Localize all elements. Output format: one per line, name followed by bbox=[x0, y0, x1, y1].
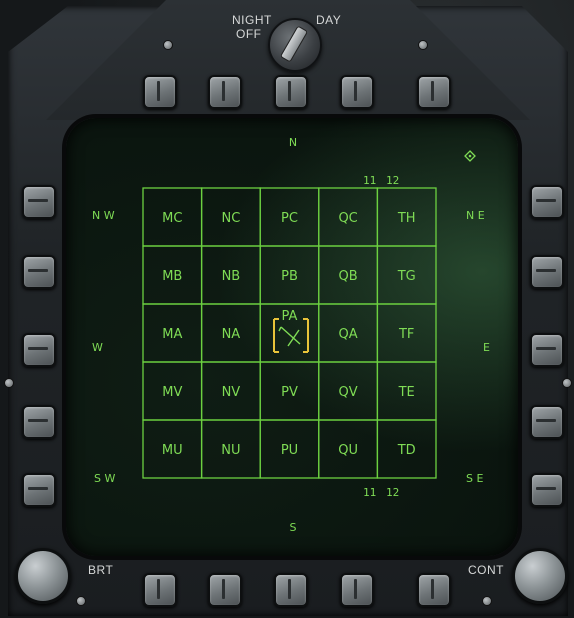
grid-cell-label: QU bbox=[338, 443, 358, 458]
compass-ne: N E bbox=[466, 209, 485, 222]
grid-cell-label: MB bbox=[162, 269, 182, 284]
grid-cell-label: PV bbox=[281, 385, 298, 400]
screw bbox=[163, 40, 173, 50]
osb-left-2[interactable] bbox=[22, 255, 56, 289]
grid-cell-label: TF bbox=[398, 327, 414, 342]
cont-label: CONT bbox=[468, 563, 504, 577]
grid-cell-label: MU bbox=[162, 443, 183, 458]
grid-cell-label: TH bbox=[397, 211, 416, 226]
col-number: 11 bbox=[363, 486, 376, 499]
osb-top-2[interactable] bbox=[208, 75, 242, 109]
compass-se: S E bbox=[466, 472, 483, 485]
osb-right-2[interactable] bbox=[530, 255, 564, 289]
map-svg: N S W E N W N E S W S E 11 12 11 12 MC NC… bbox=[92, 136, 490, 534]
osb-top-4[interactable] bbox=[340, 75, 374, 109]
brt-label: BRT bbox=[88, 563, 114, 577]
col-number: 11 bbox=[363, 174, 376, 187]
grid-cell-label: NA bbox=[222, 327, 241, 342]
osb-bottom-5[interactable] bbox=[417, 573, 451, 607]
grid-cell-label: MA bbox=[162, 327, 182, 342]
grid-cell-label: QV bbox=[339, 385, 358, 400]
compass-w: W bbox=[92, 341, 103, 354]
osb-right-4[interactable] bbox=[530, 405, 564, 439]
osb-top-1[interactable] bbox=[143, 75, 177, 109]
compass-e: E bbox=[483, 341, 490, 354]
grid-cell-label: PA bbox=[282, 309, 298, 324]
screw bbox=[562, 378, 572, 388]
off-label: OFF bbox=[236, 27, 262, 41]
osb-top-5[interactable] bbox=[417, 75, 451, 109]
grid-cell-label: NV bbox=[222, 385, 241, 400]
knob-pointer bbox=[279, 25, 309, 63]
grid-cell-label: MC bbox=[162, 211, 182, 226]
grid-cell-label: PU bbox=[281, 443, 298, 458]
osb-right-3[interactable] bbox=[530, 333, 564, 367]
grid-cell-label: NB bbox=[222, 269, 241, 284]
osb-bottom-1[interactable] bbox=[143, 573, 177, 607]
col-number: 12 bbox=[386, 174, 399, 187]
osb-bottom-3[interactable] bbox=[274, 573, 308, 607]
mode-selector-knob[interactable] bbox=[268, 18, 322, 72]
grid-cell-label: MV bbox=[162, 385, 182, 400]
osb-left-1[interactable] bbox=[22, 185, 56, 219]
osb-left-5[interactable] bbox=[22, 473, 56, 507]
grid-cell-label: NU bbox=[221, 443, 240, 458]
display-screen: N S W E N W N E S W S E 11 12 11 12 MC NC… bbox=[66, 118, 518, 556]
night-label: NIGHT bbox=[232, 13, 272, 27]
osb-right-5[interactable] bbox=[530, 473, 564, 507]
col-number: 12 bbox=[386, 486, 399, 499]
screw bbox=[418, 40, 428, 50]
compass-nw: N W bbox=[92, 209, 115, 222]
grid-cell-label: PC bbox=[281, 211, 298, 226]
diamond-icon bbox=[464, 150, 476, 162]
grid-cell-label: TG bbox=[397, 269, 416, 284]
grid-cell-label: TD bbox=[397, 443, 416, 458]
osb-left-4[interactable] bbox=[22, 405, 56, 439]
contrast-knob[interactable] bbox=[512, 548, 568, 604]
compass-s: S bbox=[290, 521, 297, 534]
grid-cell-label: TE bbox=[398, 385, 415, 400]
mgrs-grid: MC NC PC QC TH MB NB PB QB TG MA NA PA QA TF MV NV PV QV TE… bbox=[142, 187, 437, 479]
ddi-display-unit: NIGHT OFF DAY BRT CONT N S W E N W N E S… bbox=[0, 0, 574, 618]
screw bbox=[482, 596, 492, 606]
screw bbox=[76, 596, 86, 606]
screw bbox=[4, 378, 14, 388]
compass-sw: S W bbox=[94, 472, 115, 485]
brightness-knob[interactable] bbox=[15, 548, 71, 604]
grid-cell-label: NC bbox=[221, 211, 240, 226]
grid-cell-label: QB bbox=[339, 269, 358, 284]
osb-bottom-2[interactable] bbox=[208, 573, 242, 607]
day-label: DAY bbox=[316, 13, 342, 27]
grid-cell-label: QC bbox=[338, 211, 357, 226]
osb-bottom-4[interactable] bbox=[340, 573, 374, 607]
osb-right-1[interactable] bbox=[530, 185, 564, 219]
compass-n: N bbox=[289, 136, 297, 149]
osb-top-3[interactable] bbox=[274, 75, 308, 109]
osb-left-3[interactable] bbox=[22, 333, 56, 367]
grid-cell-label: PB bbox=[281, 269, 298, 284]
grid-cell-label: QA bbox=[339, 327, 358, 342]
